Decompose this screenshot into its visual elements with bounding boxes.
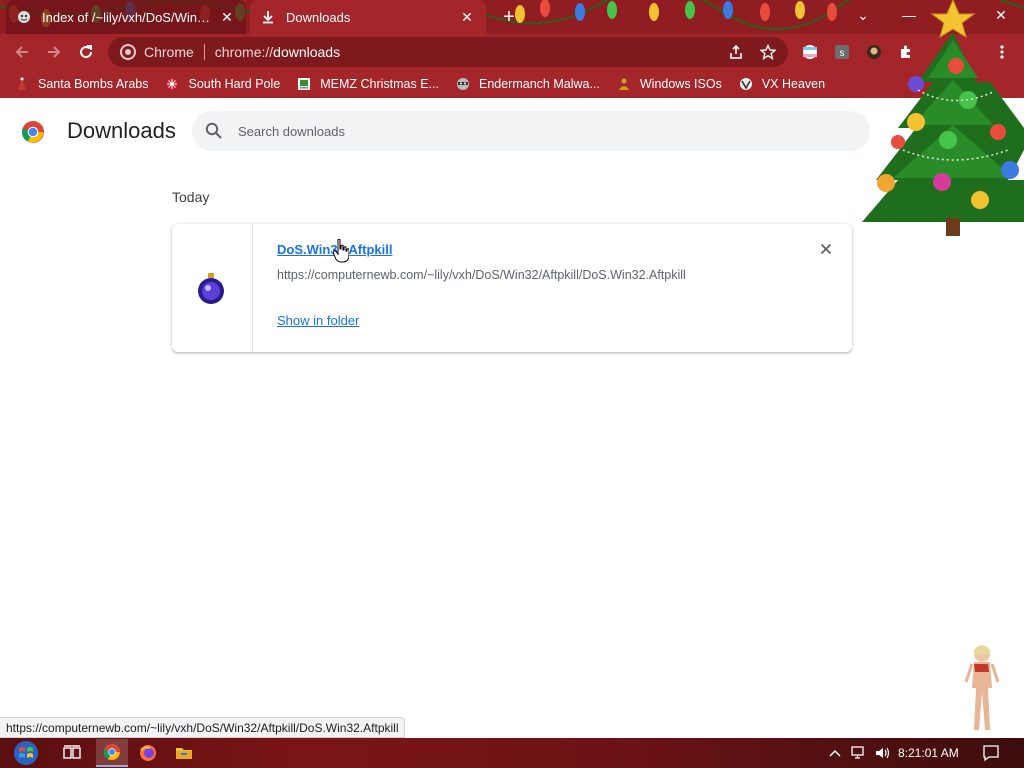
ornament-file-icon — [198, 273, 224, 304]
tab-title: Index of /~lily/vxh/DoS/Win32/Aftpkill — [42, 9, 212, 25]
taskbar-firefox-app[interactable] — [132, 739, 164, 767]
snowflake-icon — [164, 76, 180, 92]
svg-text:s: s — [840, 48, 845, 59]
buddha-icon — [616, 76, 632, 92]
forward-button[interactable] — [42, 40, 66, 64]
task-view-button[interactable] — [56, 739, 88, 767]
new-tab-button[interactable]: + — [498, 7, 520, 27]
omnibox-divider — [203, 44, 205, 60]
download-source-url: https://computernewb.com/~lily/vxh/DoS/W… — [277, 268, 686, 282]
site-chip-label: Chrome — [144, 44, 194, 60]
raccoon-icon — [455, 76, 471, 92]
santa-icon — [14, 76, 30, 92]
folder-icon — [176, 748, 192, 759]
arrow-left-icon — [15, 46, 28, 58]
close-icon — [820, 243, 832, 255]
bookmark-label: South Hard Pole — [188, 77, 281, 91]
tab-title: Downloads — [286, 9, 351, 25]
bookmark-label: MEMZ Christmas E... — [320, 77, 439, 91]
share-icon[interactable] — [726, 42, 746, 62]
reload-icon — [80, 45, 93, 59]
tab-index-of[interactable]: Index of /~lily/vxh/DoS/Win32/Aftpkill ✕ — [6, 0, 246, 34]
tab-close-icon[interactable]: ✕ — [218, 8, 236, 26]
download-icon — [260, 9, 276, 25]
dancing-figure-decoration — [964, 645, 1000, 730]
search-input[interactable] — [238, 123, 738, 139]
date-section-label: Today — [172, 189, 210, 205]
bookmark-vx-heaven[interactable]: VX Heaven — [738, 76, 825, 92]
address-bar[interactable]: Chrome chrome://downloads — [108, 37, 788, 67]
chrome-icon — [103, 743, 121, 761]
tab-downloads[interactable]: Downloads ✕ — [250, 0, 486, 34]
christmas-tree-decoration — [862, 0, 1024, 236]
taskbar-file-explorer-app[interactable] — [168, 739, 200, 767]
search-icon — [205, 122, 222, 139]
bookmark-label: VX Heaven — [761, 77, 826, 91]
bookmark-santa-bombs-arabs[interactable]: Santa Bombs Arabs — [14, 76, 148, 92]
tab-close-icon[interactable]: ✕ — [458, 8, 476, 26]
network-icon[interactable] — [850, 744, 868, 762]
taskbar-clock[interactable]: 8:21:01 AM — [898, 746, 959, 760]
volume-icon[interactable] — [874, 744, 892, 762]
index-page-icon — [16, 9, 32, 25]
remove-download-button[interactable] — [818, 241, 834, 257]
bookmark-endermanch-malware[interactable]: Endermanch Malwa... — [455, 76, 600, 92]
firefox-icon — [140, 745, 156, 761]
start-button[interactable] — [6, 739, 46, 767]
bookmark-label: Santa Bombs Arabs — [38, 77, 149, 91]
site-info-chip[interactable]: Chrome — [108, 44, 194, 60]
arrow-right-icon — [48, 46, 61, 58]
screen: Index of /~lily/vxh/DoS/Win32/Aftpkill ✕… — [0, 0, 1024, 768]
link-status-bubble: https://computernewb.com/~lily/vxh/DoS/W… — [0, 717, 406, 738]
back-button[interactable] — [10, 40, 34, 64]
memz-icon — [296, 76, 312, 92]
bookmark-windows-isos[interactable]: Windows ISOs — [616, 76, 722, 92]
show-in-folder-link[interactable]: Show in folder — [277, 313, 359, 328]
task-view-icon — [63, 745, 81, 759]
chrome-page-icon — [120, 44, 136, 60]
page-title: Downloads — [67, 118, 176, 143]
extension-s-icon[interactable]: s — [832, 42, 852, 62]
windows-taskbar: 8:21:01 AM — [0, 738, 1024, 768]
vx-heaven-icon — [738, 76, 754, 92]
windows-start-icon — [14, 741, 38, 765]
reload-button[interactable] — [74, 40, 98, 64]
bookmark-star-icon[interactable] — [758, 42, 778, 62]
url-text: chrome://downloads — [214, 44, 341, 60]
show-hidden-icons-chevron-icon[interactable] — [826, 744, 844, 762]
action-center-icon[interactable] — [982, 744, 1000, 762]
extension-flag-icon[interactable] — [800, 42, 820, 62]
bookmark-memz-christmas[interactable]: MEMZ Christmas E... — [296, 76, 439, 92]
hand-cursor-icon — [333, 239, 349, 263]
bookmark-label: Windows ISOs — [639, 77, 722, 91]
search-box[interactable] — [192, 111, 870, 151]
bookmark-south-hard-pole[interactable]: South Hard Pole — [164, 76, 280, 92]
bookmark-label: Endermanch Malwa... — [478, 77, 600, 91]
file-icon-column — [172, 224, 253, 352]
chrome-logo-icon — [21, 121, 44, 143]
download-item-card: DoS.Win32.Aftpkill https://computernewb.… — [172, 224, 852, 352]
taskbar-chrome-app[interactable] — [96, 739, 128, 767]
